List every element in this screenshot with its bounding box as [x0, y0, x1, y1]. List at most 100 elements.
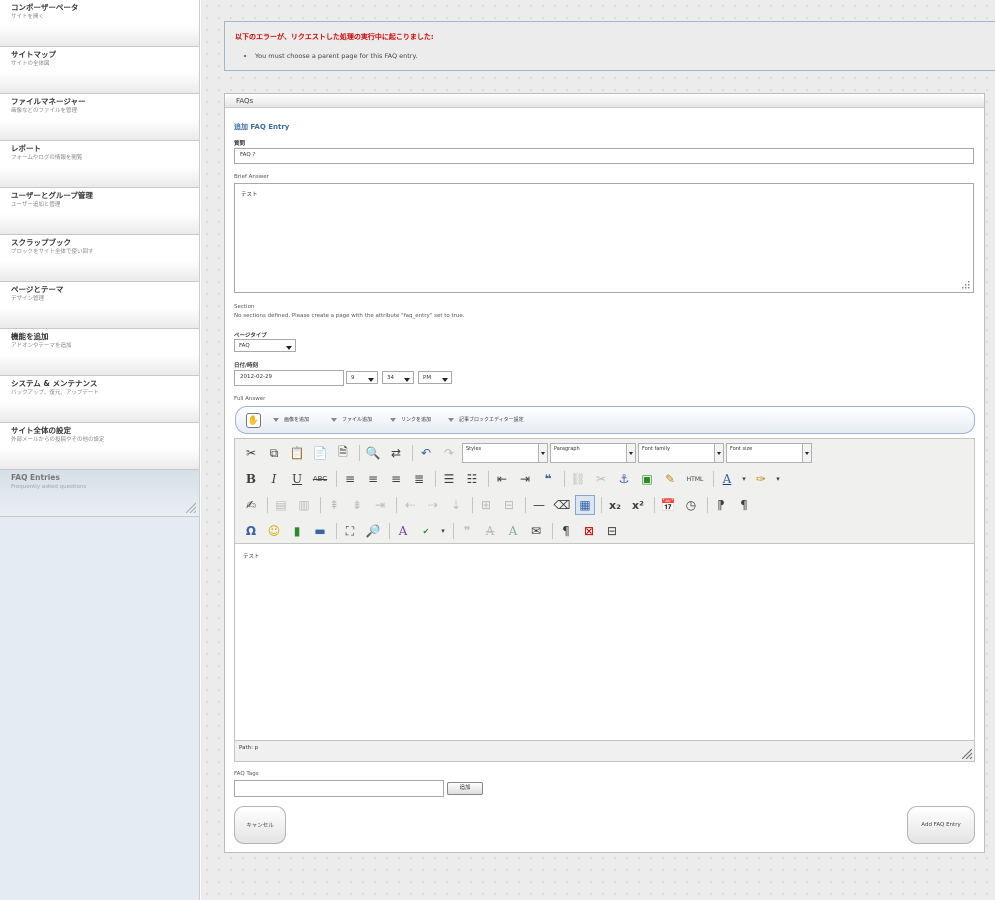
editor-settings-menu[interactable]: 記事ブロックエディター設定 — [448, 416, 524, 423]
date-input[interactable]: 2012-02-29 — [234, 370, 344, 386]
cut-icon[interactable]: ✂ — [241, 443, 261, 463]
align-justify-icon[interactable]: ≣ — [409, 469, 429, 489]
sidebar-item-site-settings[interactable]: サイト全体の設定 外部メールからの投稿やその他の設定 — [0, 423, 199, 470]
sidebar-item-system-maintenance[interactable]: システム & メンテナンス バックアップ、復元、アップデート — [0, 376, 199, 423]
subscript-icon[interactable]: x₂ — [605, 495, 625, 515]
insert-col-after-icon[interactable]: ⇢ — [423, 495, 443, 515]
font-size-select[interactable]: Font size — [726, 443, 812, 463]
table-cell-props-icon[interactable]: ▥ — [294, 495, 314, 515]
sidebar-item-add-functionality[interactable]: 機能を追加 アドオンやテーマを追加 — [0, 329, 199, 376]
html-source-icon[interactable]: HTML — [683, 469, 707, 489]
caret-down-icon[interactable]: ▾ — [439, 521, 447, 541]
page-break-icon[interactable]: ⊟ — [602, 521, 622, 541]
insert-link-menu[interactable]: リンクを追加 — [390, 416, 431, 423]
link-icon[interactable]: ⛓ — [568, 469, 588, 489]
insert-time-icon[interactable]: ◷ — [681, 495, 701, 515]
delete-row-icon[interactable]: ⇥ — [370, 495, 390, 515]
outdent-icon[interactable]: ⇤ — [492, 469, 512, 489]
rtl-icon[interactable]: ¶ — [734, 495, 754, 515]
edit-icon[interactable]: ✍ — [241, 495, 261, 515]
text-color-icon[interactable]: A — [717, 469, 737, 489]
sidebar-item-users-groups[interactable]: ユーザーとグループ管理 ユーザー追加と管理 — [0, 188, 199, 235]
deletion-icon[interactable]: A — [480, 521, 500, 541]
bold-icon[interactable]: B — [241, 469, 261, 489]
insert-row-after-icon[interactable]: ⇟ — [347, 495, 367, 515]
indent-icon[interactable]: ⇥ — [515, 469, 535, 489]
sidebar-item-reports[interactable]: レポート フォームやログの情報を閲覧 — [0, 141, 199, 188]
align-center-icon[interactable]: ≡ — [363, 469, 383, 489]
citation-icon[interactable]: ❞ — [457, 521, 477, 541]
resize-grip-icon[interactable] — [184, 501, 196, 513]
editor-resize-icon[interactable] — [962, 749, 972, 759]
underline-icon[interactable]: U — [287, 469, 307, 489]
split-cells-icon[interactable]: ⊞ — [476, 495, 496, 515]
question-input[interactable]: FAQ ? — [234, 148, 974, 164]
special-char-icon[interactable]: Ω — [241, 521, 261, 541]
spellcheck-icon[interactable]: ✔ — [416, 521, 436, 541]
image-icon[interactable]: ▣ — [637, 469, 657, 489]
attributes-icon[interactable]: ✉ — [526, 521, 546, 541]
find-icon[interactable]: 🔍 — [363, 443, 383, 463]
anchor-icon[interactable]: ⚓ — [614, 469, 634, 489]
sidebar-item-scrapbook[interactable]: スクラップブック ブロックをサイト全体で使い回す — [0, 235, 199, 282]
insert-date-icon[interactable]: 📅 — [658, 495, 678, 515]
emoticon-icon[interactable]: ☺ — [264, 521, 284, 541]
editor-content-area[interactable]: テスト — [234, 543, 975, 741]
copy-icon[interactable]: ⧉ — [264, 443, 284, 463]
cleanup-icon[interactable]: ✎ — [660, 469, 680, 489]
insert-row-before-icon[interactable]: ⇞ — [324, 495, 344, 515]
redo-icon[interactable]: ↷ — [439, 443, 459, 463]
styles-icon[interactable]: A — [393, 521, 413, 541]
preview-icon[interactable]: 🔎 — [363, 521, 383, 541]
italic-icon[interactable]: I — [264, 469, 284, 489]
hour-select[interactable]: 9 — [346, 371, 378, 384]
minute-select[interactable]: 34 — [382, 371, 414, 384]
align-left-icon[interactable]: ≡ — [340, 469, 360, 489]
strikethrough-icon[interactable]: ABC — [310, 469, 330, 489]
styles-select[interactable]: Styles — [462, 443, 548, 463]
resize-handle-icon[interactable] — [960, 279, 970, 289]
media-icon[interactable]: ▮ — [287, 521, 307, 541]
caret-down-icon[interactable]: ▾ — [774, 469, 782, 489]
table-row-props-icon[interactable]: ▤ — [271, 495, 291, 515]
sidebar-item-sitemap[interactable]: サイトマップ サイトの全体図 — [0, 47, 199, 94]
merge-cells-icon[interactable]: ⊟ — [499, 495, 519, 515]
highlight-color-icon[interactable]: ✑ — [751, 469, 771, 489]
ampm-select[interactable]: PM — [418, 371, 452, 384]
brief-answer-textarea[interactable]: テスト — [234, 183, 974, 293]
superscript-icon[interactable]: x² — [628, 495, 648, 515]
format-select[interactable]: Paragraph — [550, 443, 636, 463]
paste-icon[interactable]: 📋 — [287, 443, 307, 463]
no-break-icon[interactable]: ⊠ — [579, 521, 599, 541]
sidebar-item-composer[interactable]: コンポーザーペータ サイトを開く — [0, 0, 199, 47]
insert-file-menu[interactable]: ファイル追加 — [331, 416, 372, 423]
insertion-icon[interactable]: A — [503, 521, 523, 541]
sidebar-item-faq-entries[interactable]: FAQ Entries Frequently asked questions — [0, 470, 199, 517]
page-type-select[interactable]: FAQ — [234, 339, 296, 352]
bullet-list-icon[interactable]: ☰ — [439, 469, 459, 489]
show-blocks-icon[interactable]: ¶ — [556, 521, 576, 541]
font-family-select[interactable]: Font family — [638, 443, 724, 463]
cancel-button[interactable]: キャンセル — [234, 806, 286, 844]
replace-icon[interactable]: ⇄ — [386, 443, 406, 463]
hand-logo-icon[interactable]: ✋ — [246, 413, 261, 428]
blockquote-icon[interactable]: ❝ — [538, 469, 558, 489]
ltr-icon[interactable]: ⁋ — [711, 495, 731, 515]
add-faq-entry-button[interactable]: Add FAQ Entry — [907, 806, 975, 844]
faq-tags-input[interactable] — [234, 780, 444, 797]
add-tag-button[interactable]: 追加 — [447, 782, 483, 795]
paste-text-icon[interactable]: 📄 — [310, 443, 330, 463]
sidebar-item-pages-themes[interactable]: ページとテーマ デザイン管理 — [0, 282, 199, 329]
separator-bar-icon[interactable]: ▬ — [310, 521, 330, 541]
insert-col-before-icon[interactable]: ⇠ — [400, 495, 420, 515]
delete-col-icon[interactable]: ⇣ — [446, 495, 466, 515]
undo-icon[interactable]: ↶ — [416, 443, 436, 463]
table-icon[interactable]: ▦ — [575, 495, 595, 515]
horizontal-rule-icon[interactable]: — — [529, 495, 549, 515]
eraser-icon[interactable]: ⌫ — [552, 495, 572, 515]
sidebar-item-file-manager[interactable]: ファイルマネージャー 画像などのファイルを管理 — [0, 94, 199, 141]
align-right-icon[interactable]: ≡ — [386, 469, 406, 489]
numbered-list-icon[interactable]: ☷ — [462, 469, 482, 489]
fullscreen-icon[interactable]: ⛶ — [340, 521, 360, 541]
insert-image-menu[interactable]: 画像を追加 — [273, 416, 309, 423]
